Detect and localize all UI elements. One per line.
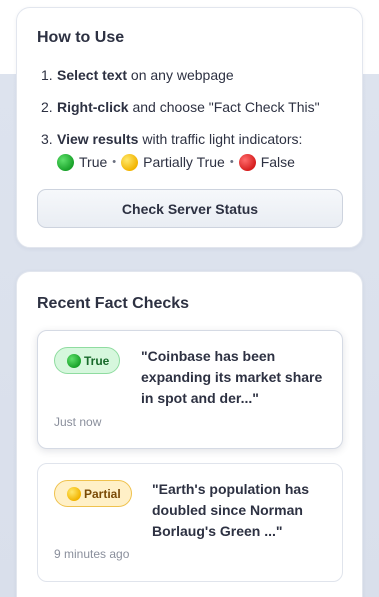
how-to-use-title: How to Use	[37, 29, 125, 46]
step-text: on any webpage	[127, 67, 234, 83]
step-text: and choose "Fact Check This"	[128, 99, 320, 115]
legend-separator: •	[112, 156, 117, 168]
legend-false-label: False	[260, 154, 295, 170]
step-number: 1.	[41, 67, 53, 83]
verdict-badge-true: True	[54, 347, 121, 374]
yellow-circle-icon	[121, 153, 139, 171]
traffic-light-legend: True • Partially True • False	[57, 151, 342, 173]
yellow-circle-icon	[67, 486, 81, 501]
verdict-label: True	[84, 353, 110, 368]
steps-list: 1. Select text on any webpage 2. Right-cli…	[37, 64, 342, 173]
claim-text: "Coinbase has been expanding its market …	[141, 348, 323, 406]
red-circle-icon	[238, 153, 256, 171]
fact-check-item[interactable]: Partial "Earth's population has doubled …	[37, 463, 343, 582]
recent-fact-checks-title: Recent Fact Checks	[37, 295, 190, 312]
step-1: 1. Select text on any webpage	[37, 64, 342, 86]
green-circle-icon	[57, 153, 74, 171]
step-2: 2. Right-click and choose "Fact Check Thi…	[37, 96, 342, 118]
timestamp: Just now	[54, 415, 102, 429]
verdict-label: Partial	[84, 486, 121, 501]
how-to-use-card: How to Use 1. Select text on any webpage …	[16, 7, 363, 248]
legend-partial-label: Partially True	[143, 154, 225, 170]
green-circle-icon	[67, 353, 81, 368]
step-3: 3. View results with traffic light indica…	[37, 128, 342, 173]
legend-separator: •	[229, 156, 234, 168]
step-number: 3.	[41, 131, 53, 147]
recent-fact-checks-card: Recent Fact Checks True "Coinbase has be…	[16, 271, 363, 597]
step-text: with traffic light indicators:	[138, 131, 303, 147]
step-action: Select text	[57, 67, 128, 83]
timestamp: 9 minutes ago	[54, 547, 130, 561]
fact-check-item[interactable]: True "Coinbase has been expanding its ma…	[37, 330, 343, 449]
step-number: 2.	[41, 99, 53, 115]
legend-true-label: True	[79, 154, 108, 170]
claim-text: "Earth's population has doubled since No…	[152, 481, 309, 539]
verdict-badge-partial: Partial	[54, 480, 132, 507]
check-server-status-button[interactable]: Check Server Status	[37, 189, 343, 228]
step-action: View results	[57, 131, 139, 147]
step-action: Right-click	[57, 99, 129, 115]
